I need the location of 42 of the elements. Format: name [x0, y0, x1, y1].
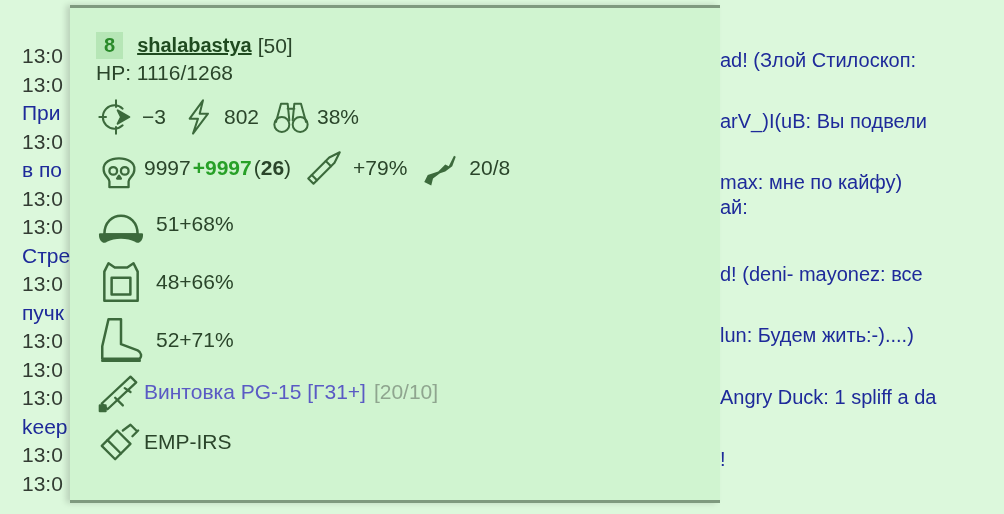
- stat-value: −3: [142, 105, 166, 129]
- rank-label: [50]: [257, 33, 293, 58]
- armor-value: 52+71%: [156, 328, 234, 352]
- message-time: 13:0: [22, 44, 64, 69]
- armor-value: 48+66%: [156, 270, 234, 294]
- stat-value: 38%: [317, 105, 360, 129]
- stat-value: +79%: [353, 156, 408, 180]
- item-name: EMP-IRS: [144, 430, 232, 454]
- hp-label: HP: 1116/1268: [96, 61, 233, 85]
- level-badge: 8: [96, 32, 124, 59]
- armor-value: 51+68%: [156, 212, 234, 236]
- message-time: 13:0: [22, 186, 64, 211]
- message-text: arV_)I(uB: Вы подвели: [720, 109, 928, 134]
- message-text: При: [22, 101, 62, 126]
- message-text: Стре: [22, 243, 71, 268]
- message-time: 13:0: [22, 443, 64, 468]
- player-name[interactable]: shalabastya: [137, 34, 252, 57]
- kills-bonus: +9997: [192, 156, 252, 180]
- message-text: пучк: [22, 300, 65, 325]
- message-time: 13:0: [22, 215, 64, 240]
- message-time: 13:0: [22, 357, 64, 382]
- stat-value: 802: [223, 105, 259, 129]
- message-time: 13:0: [22, 386, 64, 411]
- message-text: lun: Будем жить:-)....): [720, 323, 915, 348]
- weapon-name[interactable]: Винтовка PG-15 [Г31+]: [144, 380, 366, 404]
- message-text: keep: [22, 414, 69, 439]
- message-time: 13:0: [22, 72, 64, 97]
- message-time: 13:0: [22, 272, 64, 297]
- weapon-ammo: [20/10]: [373, 380, 439, 404]
- message-time: 13:0: [22, 329, 64, 354]
- message-text: ай:: [720, 195, 749, 220]
- kills-count: (26): [253, 156, 292, 180]
- message-text: в по: [22, 158, 64, 183]
- stat-value: 20/8: [469, 156, 511, 180]
- message-time: 13:0: [22, 471, 64, 496]
- message-text: ad! (Злой Стилоскоп:: [720, 48, 918, 73]
- kills-base: 9997: [144, 156, 191, 180]
- message-text: !: [720, 447, 727, 472]
- message-time: 13:0: [22, 129, 64, 154]
- message-text: max: мне по кайфу): [720, 170, 904, 195]
- message-text: d! (deni- mayonez: все: [720, 262, 924, 287]
- message-text: Angry Duck: 1 spliff a da: [720, 385, 937, 410]
